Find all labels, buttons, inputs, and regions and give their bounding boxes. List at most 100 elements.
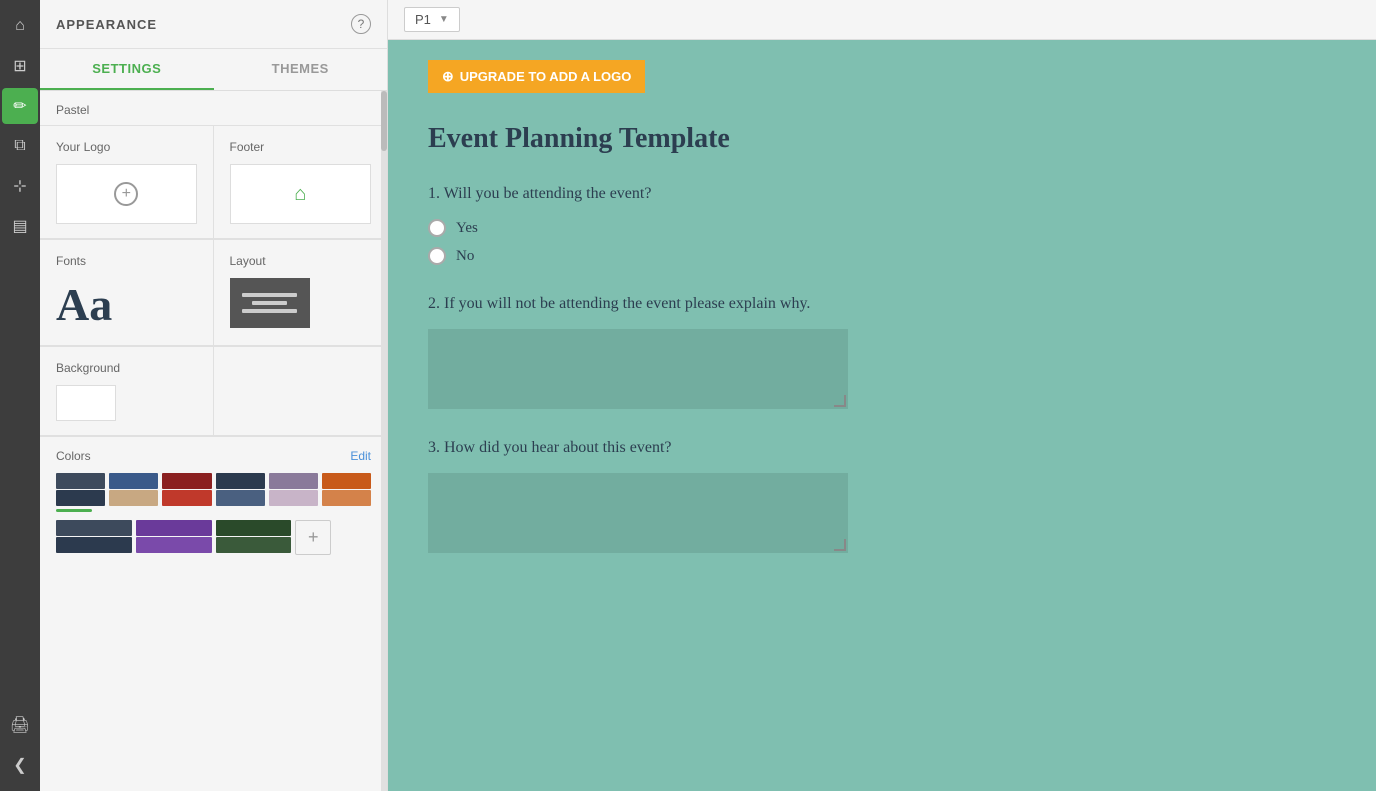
upgrade-plus-icon: ⊕ [442, 68, 454, 85]
tab-settings[interactable]: SETTINGS [40, 49, 214, 90]
logo-footer-grid: Your Logo + Footer ⌂ [40, 125, 387, 239]
color-swatch-5[interactable] [269, 473, 318, 512]
layout-preview [230, 278, 310, 328]
color-swatch-9[interactable] [216, 520, 292, 555]
sidebar: APPEARANCE ? SETTINGS THEMES Pastel Your… [40, 0, 388, 791]
colors-header: Colors Edit [56, 449, 371, 463]
upgrade-text: UPGRADE TO ADD A LOGO [460, 69, 632, 84]
swatch-4-top [216, 473, 265, 489]
colors-label: Colors [56, 449, 91, 463]
sliders-icon[interactable]: ⊹ [2, 168, 38, 204]
radio-no-label: No [456, 248, 474, 265]
scrollbar-thumb [381, 91, 387, 151]
logo-placeholder[interactable]: + [56, 164, 197, 224]
collapse-icon[interactable]: ❮ [2, 747, 38, 783]
help-button[interactable]: ? [351, 14, 371, 34]
background-swatch[interactable] [56, 385, 116, 421]
radio-no-circle [428, 247, 446, 265]
swatch-7-top [56, 520, 132, 536]
color-swatch-7[interactable] [56, 520, 132, 555]
icon-bar: ⌂ ⊞ ✏ ⧉ ⊹ ▤ 🖨 ❮ [0, 0, 40, 791]
color-swatches-row2: + [56, 520, 371, 555]
color-swatch-3[interactable] [162, 473, 211, 512]
question-2-text: 2. If you will not be attending the even… [428, 295, 1336, 313]
color-swatch-6[interactable] [322, 473, 371, 512]
swatch-3-top [162, 473, 211, 489]
grid-icon[interactable]: ⊞ [2, 48, 38, 84]
brush-icon[interactable]: ✏ [2, 88, 38, 124]
swatch-9-top [216, 520, 292, 536]
color-swatch-2[interactable] [109, 473, 158, 512]
question-2: 2. If you will not be attending the even… [428, 295, 1336, 409]
swatch-9-bottom [216, 537, 292, 553]
question-3: 3. How did you hear about this event? [428, 439, 1336, 553]
question-2-textarea[interactable] [428, 329, 848, 409]
fonts-cell[interactable]: Fonts Aa [40, 240, 214, 346]
puzzle-icon[interactable]: ⧉ [2, 128, 38, 164]
background-label: Background [56, 361, 197, 375]
swatch-8-bottom [136, 537, 212, 553]
swatch-1-bottom [56, 490, 105, 506]
layout-cell[interactable]: Layout [214, 240, 388, 346]
theme-label: Pastel [40, 91, 387, 125]
question-3-number: 3. [428, 439, 444, 456]
question-1-text: 1. Will you be attending the event? [428, 185, 1336, 203]
question-1-number: 1. [428, 185, 444, 202]
color-swatches-row1 [56, 473, 371, 512]
swatch-5-bottom [269, 490, 318, 506]
question-3-textarea[interactable] [428, 473, 848, 553]
swatch-1-top [56, 473, 105, 489]
colors-section: Colors Edit [40, 436, 387, 567]
layout-line-2 [252, 301, 287, 305]
footer-label: Footer [230, 140, 372, 154]
page-label: P1 [415, 12, 431, 27]
add-palette-button[interactable]: + [295, 520, 331, 555]
swatch-6-bottom [322, 490, 371, 506]
form-preview: ⊕ UPGRADE TO ADD A LOGO Event Planning T… [388, 40, 1376, 791]
color-swatch-4[interactable] [216, 473, 265, 512]
sidebar-title: APPEARANCE [56, 17, 157, 32]
active-indicator [56, 509, 92, 512]
swatch-5-top [269, 473, 318, 489]
scrollbar-track[interactable] [381, 91, 387, 791]
background-cell: Background [40, 347, 214, 436]
color-swatch-1[interactable] [56, 473, 105, 512]
form-title: Event Planning Template [428, 123, 1336, 155]
radio-yes-label: Yes [456, 220, 478, 237]
swatch-3-bottom [162, 490, 211, 506]
footer-cell: Footer ⌂ [214, 126, 388, 239]
sidebar-header: APPEARANCE ? [40, 0, 387, 49]
main-content: P1 ▼ ⊕ UPGRADE TO ADD A LOGO Event Plann… [388, 0, 1376, 791]
print-icon[interactable]: 🖨 [2, 707, 38, 743]
fonts-label: Fonts [56, 254, 86, 268]
question-2-number: 2. [428, 295, 444, 312]
footer-placeholder[interactable]: ⌂ [230, 164, 372, 224]
font-sample: Aa [56, 278, 112, 331]
layout-label: Layout [230, 254, 372, 268]
home-icon[interactable]: ⌂ [2, 8, 38, 44]
add-logo-icon: + [114, 182, 138, 206]
logo-label: Your Logo [56, 140, 197, 154]
radio-yes[interactable]: Yes [428, 219, 1336, 237]
sidebar-content: Pastel Your Logo + Footer ⌂ Fonts Aa L [40, 91, 387, 791]
page-dropdown[interactable]: P1 ▼ [404, 7, 460, 32]
swatch-6-top [322, 473, 371, 489]
swatch-8-top [136, 520, 212, 536]
tab-themes[interactable]: THEMES [214, 49, 388, 90]
footer-icon: ⌂ [294, 183, 306, 206]
layout-line-3 [242, 309, 297, 313]
top-bar: P1 ▼ [388, 0, 1376, 40]
swatch-2-bottom [109, 490, 158, 506]
swatch-2-top [109, 473, 158, 489]
question-1: 1. Will you be attending the event? Yes … [428, 185, 1336, 265]
fonts-layout-grid: Fonts Aa Layout [40, 239, 387, 346]
color-swatch-8[interactable] [136, 520, 212, 555]
logo-cell: Your Logo + [40, 126, 214, 239]
colors-edit-button[interactable]: Edit [350, 449, 371, 463]
dropdown-arrow-icon: ▼ [439, 14, 449, 25]
layers-icon[interactable]: ▤ [2, 208, 38, 244]
upgrade-banner-button[interactable]: ⊕ UPGRADE TO ADD A LOGO [428, 60, 645, 93]
radio-no[interactable]: No [428, 247, 1336, 265]
background-grid: Background [40, 346, 387, 436]
sidebar-tabs: SETTINGS THEMES [40, 49, 387, 91]
